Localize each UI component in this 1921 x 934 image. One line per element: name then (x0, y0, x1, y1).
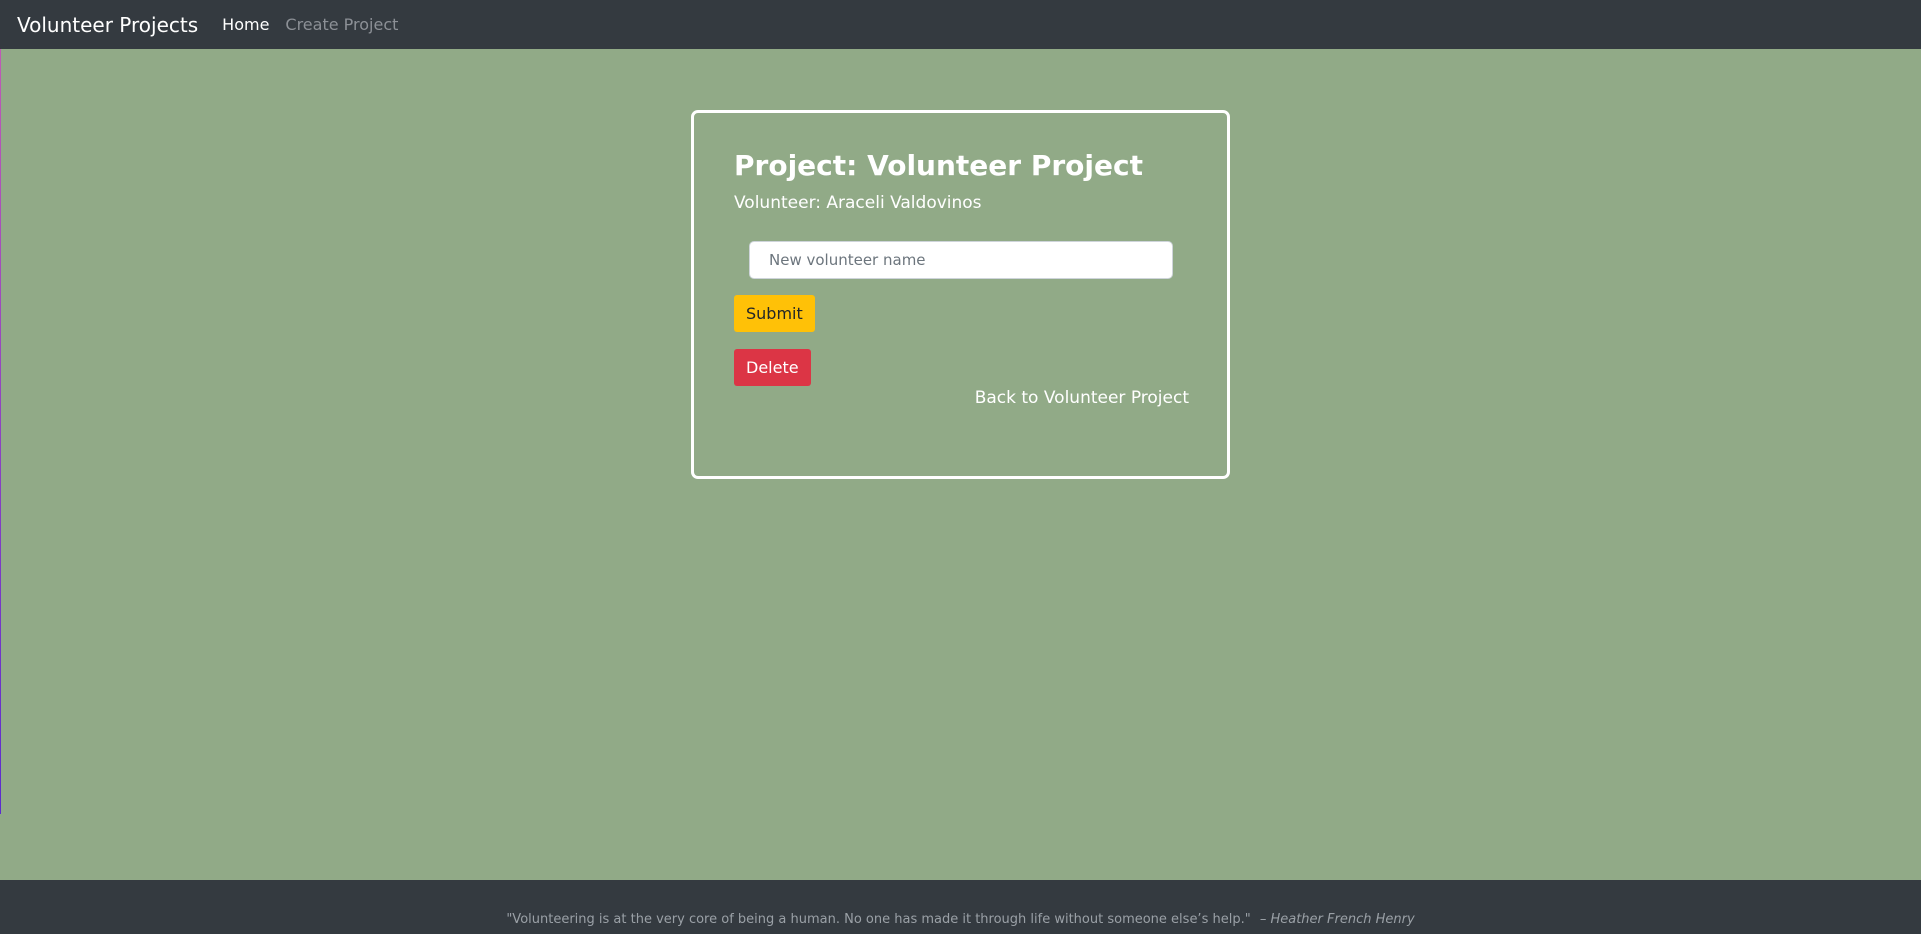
nav-link-create-project[interactable]: Create Project (285, 15, 398, 34)
top-navbar: Volunteer Projects Home Create Project (0, 0, 1921, 49)
volunteer-name: Volunteer: Araceli Valdovinos (734, 193, 982, 213)
footer-quote: "Volunteering is at the very core of bei… (506, 912, 1414, 927)
quote-author: – Heather French Henry (1259, 912, 1415, 927)
brand-link[interactable]: Volunteer Projects (17, 13, 198, 37)
edit-volunteer-card: Project: Volunteer Project Volunteer: Ar… (691, 110, 1230, 479)
new-volunteer-name-input[interactable] (749, 241, 1173, 279)
nav-link-home[interactable]: Home (222, 15, 269, 34)
project-title: Project: Volunteer Project (734, 149, 1143, 182)
left-edge-accent (0, 49, 1, 814)
quote-text: "Volunteering is at the very core of bei… (506, 912, 1251, 927)
submit-button[interactable]: Submit (734, 295, 815, 332)
delete-button[interactable]: Delete (734, 349, 811, 386)
footer: "Volunteering is at the very core of bei… (0, 880, 1921, 934)
back-to-project-link[interactable]: Back to Volunteer Project (975, 388, 1189, 408)
